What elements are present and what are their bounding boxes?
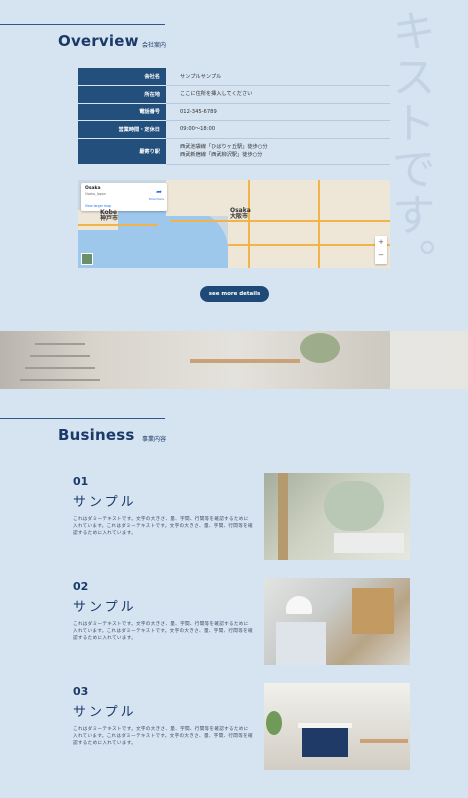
- table-row: 電話番号 012-345-6789: [78, 103, 390, 121]
- photo-uniform: [276, 622, 326, 665]
- business-photo-electrician: [264, 578, 410, 665]
- row-key: 最寄り駅: [78, 138, 166, 165]
- row-value: 09:00〜18:00: [166, 120, 390, 139]
- map-place-name: Osaka: [85, 186, 101, 191]
- map-place-card: Osaka Osaka, Japan View larger map ➦ Dir…: [81, 183, 167, 211]
- item-number: 03: [73, 685, 89, 698]
- business-rule: [0, 418, 165, 419]
- item-heading: サンプル: [73, 600, 137, 615]
- photo-worker: [324, 481, 384, 531]
- station-line-2: 西武新宿線「西武柳沢駅」徒歩○分: [180, 152, 263, 158]
- business-item: 02 サンプル これはダミーテキストです。文字の大きさ、量、字間、行間等を確認す…: [73, 580, 253, 642]
- map-road: [248, 180, 250, 268]
- photo-plant: [266, 711, 282, 735]
- station-line-1: 西武池袋線「ひばりヶ丘駅」徒歩○分: [180, 144, 268, 150]
- vertical-decorative-text: キストです。: [384, 8, 435, 284]
- map-road: [78, 224, 158, 226]
- overview-title: Overview: [58, 32, 139, 50]
- row-value: サンプルサンプル: [166, 68, 390, 86]
- banner-stair: [20, 379, 100, 381]
- interior-banner-image: [0, 331, 468, 389]
- row-value: 012-345-6789: [166, 103, 390, 121]
- row-value: ここに住所を挿入してください: [166, 85, 390, 104]
- map-zoom-control[interactable]: + −: [375, 236, 387, 264]
- overview-rule: [0, 24, 165, 25]
- business-photo-worker-ladder: [264, 473, 410, 560]
- item-heading: サンプル: [73, 495, 137, 510]
- business-item: 03 サンプル これはダミーテキストです。文字の大きさ、量、字間、行間等を確認す…: [73, 685, 253, 747]
- embedded-map[interactable]: Osaka Osaka, Japan View larger map ➦ Dir…: [78, 180, 390, 268]
- map-road: [170, 220, 390, 222]
- directions-link[interactable]: Directions: [149, 197, 164, 201]
- item-heading: サンプル: [73, 705, 137, 720]
- table-row: 所在地 ここに住所を挿入してください: [78, 85, 390, 104]
- banner-stair: [25, 367, 95, 369]
- zoom-out-button[interactable]: −: [375, 249, 387, 262]
- business-title: Business: [58, 426, 135, 444]
- company-info-table: 会社名 サンプルサンプル 所在地 ここに住所を挿入してください 電話番号 012…: [78, 68, 390, 165]
- item-number: 01: [73, 475, 89, 488]
- overview-subtitle: 会社案内: [142, 42, 167, 49]
- row-key: 会社名: [78, 68, 166, 86]
- item-text: これはダミーテキストです。文字の大きさ、量、字間、行間等を確認するために入れてい…: [73, 517, 253, 536]
- row-value: 西武池袋線「ひばりヶ丘駅」徒歩○分 西武新宿線「西武柳沢駅」徒歩○分: [166, 138, 390, 165]
- table-row: 最寄り駅 西武池袋線「ひばりヶ丘駅」徒歩○分 西武新宿線「西武柳沢駅」徒歩○分: [78, 138, 390, 165]
- business-photo-kitchen: [264, 683, 410, 770]
- item-number: 02: [73, 580, 89, 593]
- item-text: これはダミーテキストです。文字の大きさ、量、字間、行間等を確認するために入れてい…: [73, 727, 253, 746]
- banner-table: [190, 359, 300, 363]
- business-subtitle: 事業内容: [142, 436, 167, 443]
- table-row: 会社名 サンプルサンプル: [78, 68, 390, 86]
- business-item: 01 サンプル これはダミーテキストです。文字の大きさ、量、字間、行間等を確認す…: [73, 475, 253, 537]
- photo-helmet: [286, 596, 312, 614]
- map-city-kobe: Kobe 神戸市: [100, 209, 119, 222]
- item-text: これはダミーテキストです。文字の大きさ、量、字間、行間等を確認するために入れてい…: [73, 622, 253, 641]
- banner-plant: [300, 333, 340, 363]
- photo-panel: [352, 588, 394, 634]
- photo-island: [302, 727, 348, 757]
- map-city-osaka: Osaka 大阪市: [230, 207, 251, 220]
- banner-window: [390, 331, 468, 389]
- map-land-north: [166, 180, 236, 216]
- photo-ladder: [278, 473, 288, 560]
- banner-stair: [30, 355, 90, 357]
- photo-fixture: [334, 533, 404, 553]
- row-key: 電話番号: [78, 103, 166, 121]
- map-road: [318, 180, 320, 268]
- zoom-in-button[interactable]: +: [375, 236, 387, 249]
- view-larger-map-link[interactable]: View larger map: [85, 204, 111, 208]
- table-row: 営業時間・定休日 09:00〜18:00: [78, 120, 390, 139]
- photo-countertop: [298, 723, 352, 728]
- row-key: 営業時間・定休日: [78, 120, 166, 139]
- photo-table: [360, 739, 408, 743]
- banner-stair: [35, 343, 85, 345]
- map-place-sub: Osaka, Japan: [85, 192, 106, 196]
- see-more-details-button[interactable]: see more details: [200, 286, 269, 302]
- directions-icon[interactable]: ➦: [156, 188, 162, 196]
- row-key: 所在地: [78, 85, 166, 104]
- map-road: [228, 244, 390, 246]
- map-land-east: [228, 180, 390, 268]
- map-layer-thumbnail[interactable]: [81, 253, 93, 265]
